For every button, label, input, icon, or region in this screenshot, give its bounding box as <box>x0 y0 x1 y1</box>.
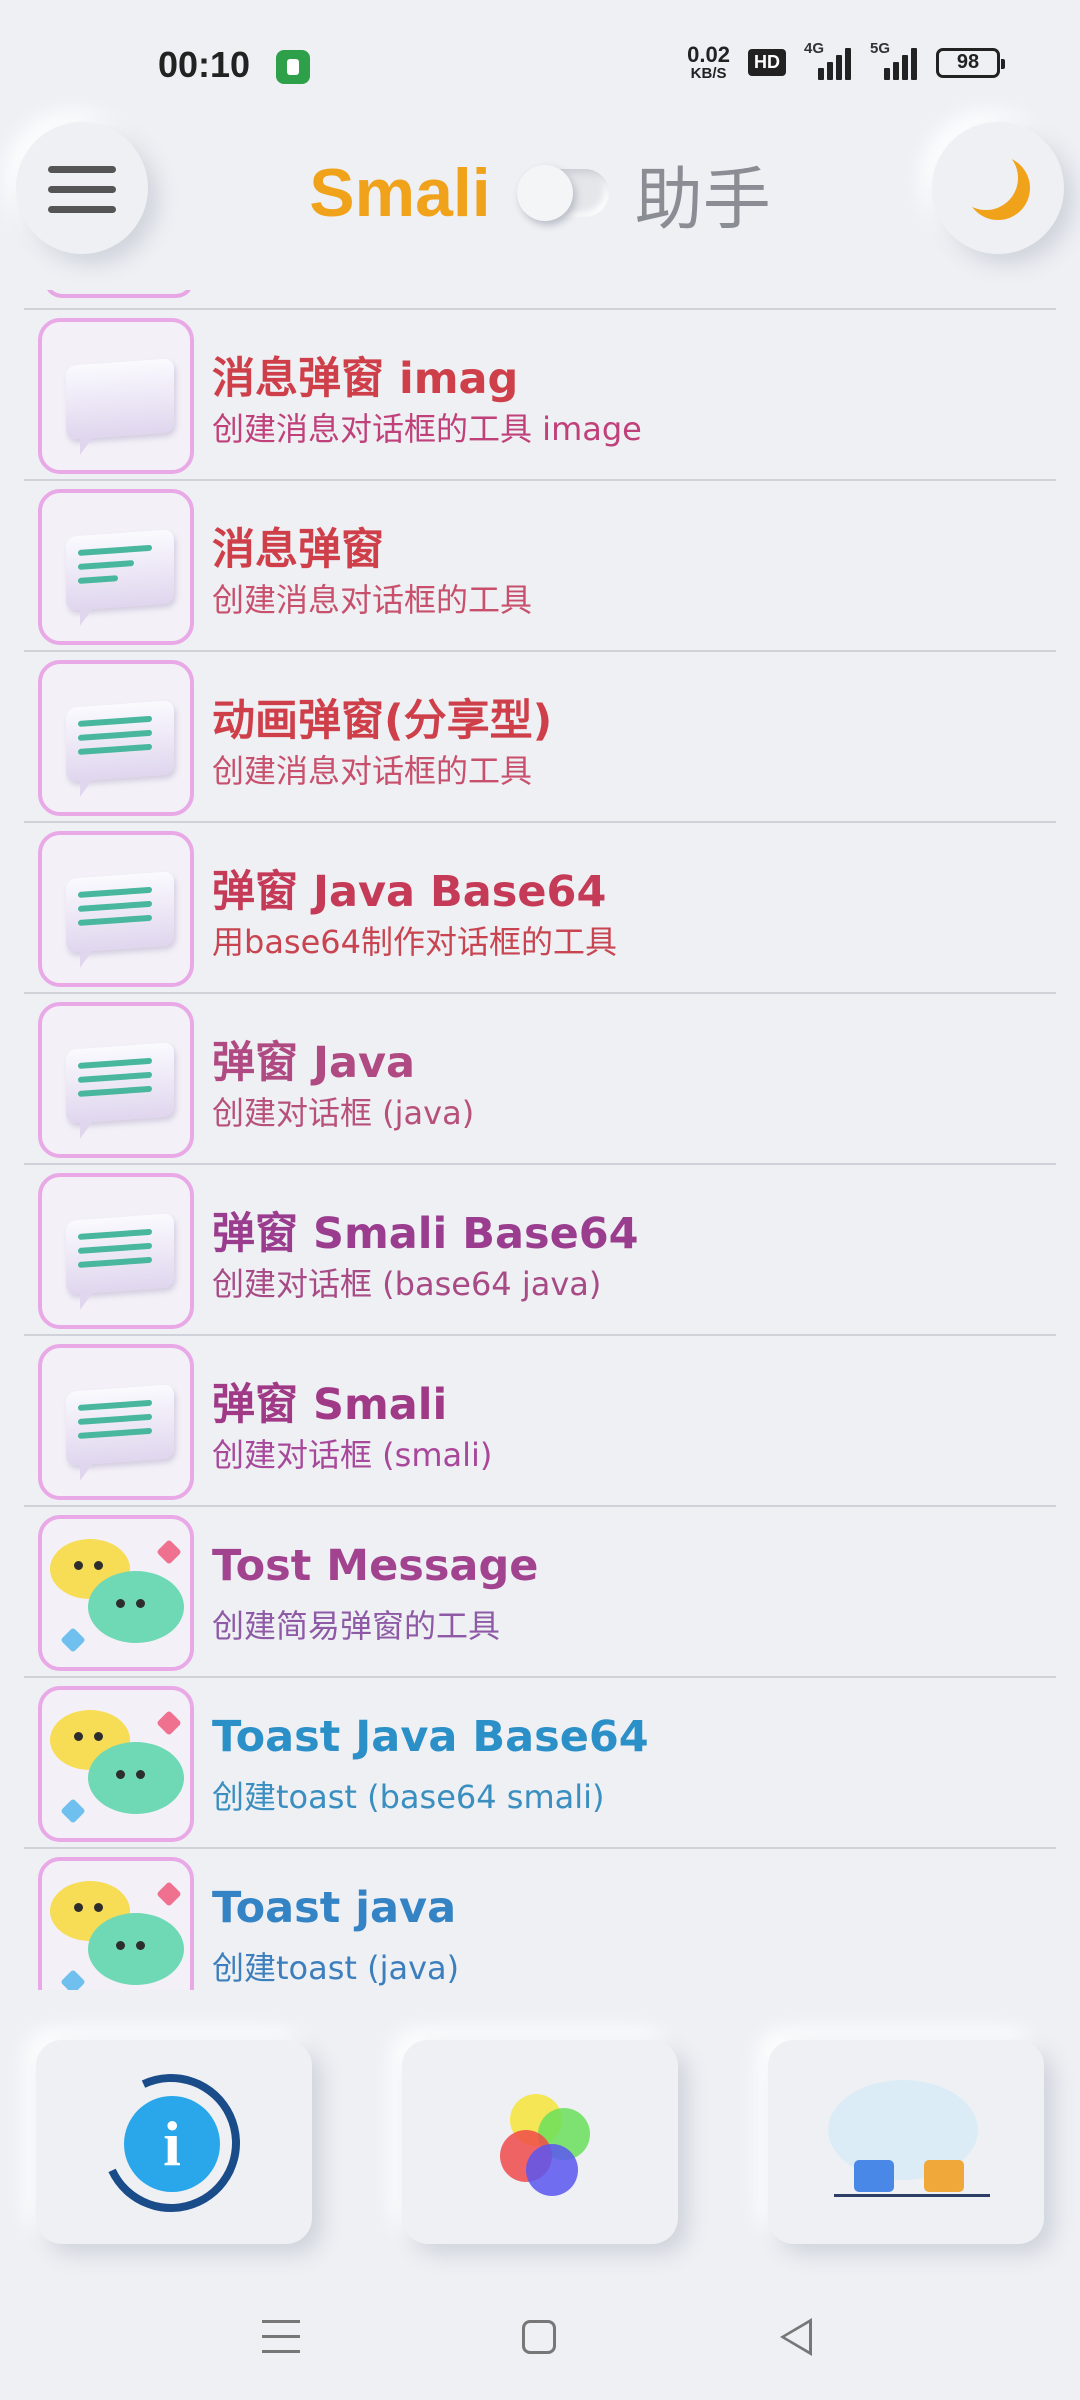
chat-bubbles-icon <box>38 1686 194 1842</box>
signal-5g-label: 5G <box>870 39 891 57</box>
item-title: Toast java <box>212 1883 457 1933</box>
dialog-icon <box>38 1344 194 1500</box>
notification-app-icon <box>276 50 310 84</box>
list-item[interactable]: 动画弹窗(分享型) 创建消息对话框的工具 <box>24 652 1056 823</box>
dialog-icon <box>38 660 194 816</box>
mode-toggle[interactable] <box>516 165 609 221</box>
net-speed: 0.02 KB/S <box>687 42 730 82</box>
hd-voice-icon: HD <box>748 49 786 76</box>
list-item[interactable]: 弹窗 Java 创建对话框 (java) <box>24 994 1056 1165</box>
item-title: 动画弹窗(分享型) <box>212 696 553 746</box>
partial-list-item-icon <box>44 290 194 298</box>
title-smali: Smali <box>309 155 491 231</box>
color-button[interactable] <box>402 2040 678 2244</box>
item-title: Tost Message <box>212 1541 539 1591</box>
item-subtitle: 创建简易弹窗的工具 <box>212 1607 501 1645</box>
blank-dialog-icon <box>38 318 194 474</box>
tool-list[interactable]: 消息弹窗 imag 创建消息对话框的工具 image 消息弹窗 创建消息对话框的… <box>24 290 1056 1990</box>
list-item[interactable]: Toast Java Base64 创建toast (base64 smali) <box>24 1678 1056 1849</box>
signal-4g-label: 4G <box>804 39 825 57</box>
item-subtitle: 创建消息对话框的工具 <box>212 581 533 619</box>
list-item[interactable]: Toast java 创建toast (java) <box>24 1849 1056 1990</box>
battery-level: 98 <box>956 51 980 73</box>
toggle-knob <box>516 165 573 221</box>
list-item[interactable]: 消息弹窗 imag 创建消息对话框的工具 image <box>24 310 1056 481</box>
item-subtitle: 用base64制作对话框的工具 <box>212 923 618 961</box>
item-subtitle: 创建消息对话框的工具 image <box>212 410 642 448</box>
battery-icon: 98 <box>936 47 1005 78</box>
signal-5g-icon: 5G <box>870 40 918 80</box>
list-item[interactable]: 弹窗 Smali Base64 创建对话框 (base64 java) <box>24 1165 1056 1336</box>
net-speed-unit: KB/S <box>690 65 727 82</box>
item-title: 弹窗 Smali Base64 <box>212 1209 639 1259</box>
item-subtitle: 创建对话框 (smali) <box>212 1436 493 1474</box>
chat-bubbles-icon <box>38 1857 194 1990</box>
chat-bubbles-icon <box>38 1515 194 1671</box>
dialog-icon <box>38 489 194 645</box>
item-title: 弹窗 Smali <box>212 1380 448 1430</box>
home-icon[interactable] <box>522 2320 556 2354</box>
signal-4g-icon: 4G <box>804 40 852 80</box>
list-item[interactable]: 弹窗 Smali 创建对话框 (smali) <box>24 1336 1056 1507</box>
list-item[interactable]: Tost Message 创建简易弹窗的工具 <box>24 1507 1056 1678</box>
item-subtitle: 创建toast (java) <box>212 1949 460 1987</box>
dialog-icon <box>38 1002 194 1158</box>
theme-button[interactable] <box>932 122 1064 254</box>
about-button[interactable]: i <box>36 2040 312 2244</box>
item-subtitle: 创建对话框 (base64 java) <box>212 1265 602 1303</box>
item-subtitle: 创建消息对话框的工具 <box>212 752 533 790</box>
title-assistant: 助手 <box>634 160 771 240</box>
system-nav-bar <box>0 2300 1080 2400</box>
app-title: Smali 助手 <box>0 148 1080 240</box>
dialog-icon <box>38 1173 194 1329</box>
recent-apps-icon[interactable] <box>262 2320 300 2365</box>
moon-icon <box>966 156 1030 220</box>
status-indicators: 0.02 KB/S HD 4G 5G 98 <box>687 40 1005 82</box>
list-item[interactable]: 消息弹窗 创建消息对话框的工具 <box>24 481 1056 652</box>
info-icon: i <box>124 2096 220 2192</box>
item-title: Toast Java Base64 <box>212 1712 649 1762</box>
item-subtitle: 创建toast (base64 smali) <box>212 1778 605 1816</box>
item-title: 消息弹窗 imag <box>212 354 519 404</box>
status-bar: 00:10 0.02 KB/S HD 4G 5G 98 <box>0 0 1080 120</box>
net-speed-value: 0.02 <box>687 42 730 67</box>
list-item[interactable]: 弹窗 Java Base64 用base64制作对话框的工具 <box>24 823 1056 994</box>
dialog-icon <box>38 831 194 987</box>
item-title: 弹窗 Java Base64 <box>212 867 607 917</box>
status-time: 00:10 <box>158 44 251 85</box>
back-icon[interactable] <box>780 2318 812 2356</box>
item-title: 消息弹窗 <box>212 525 384 575</box>
files-button[interactable] <box>768 2040 1044 2244</box>
item-title: 弹窗 Java <box>212 1038 416 1088</box>
item-subtitle: 创建对话框 (java) <box>212 1094 475 1132</box>
